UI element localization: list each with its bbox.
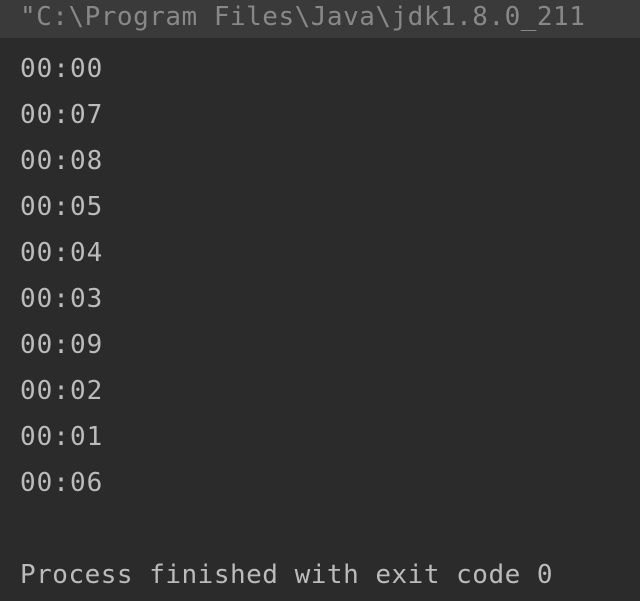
output-line: 00:03 — [20, 276, 620, 322]
output-line: 00:08 — [20, 138, 620, 184]
output-line: 00:06 — [20, 460, 620, 506]
blank-line — [20, 506, 620, 552]
output-line: 00:01 — [20, 414, 620, 460]
console-panel: "C:\Program Files\Java\jdk1.8.0_211 00:0… — [0, 0, 640, 601]
output-line: 00:05 — [20, 184, 620, 230]
output-line: 00:09 — [20, 322, 620, 368]
command-line: "C:\Program Files\Java\jdk1.8.0_211 — [0, 0, 640, 38]
output-line: 00:00 — [20, 46, 620, 92]
output-line: 00:04 — [20, 230, 620, 276]
exit-message: Process finished with exit code 0 — [20, 552, 620, 598]
output-line: 00:02 — [20, 368, 620, 414]
output-line: 00:07 — [20, 92, 620, 138]
output-area: 00:00 00:07 00:08 00:05 00:04 00:03 00:0… — [0, 38, 640, 598]
